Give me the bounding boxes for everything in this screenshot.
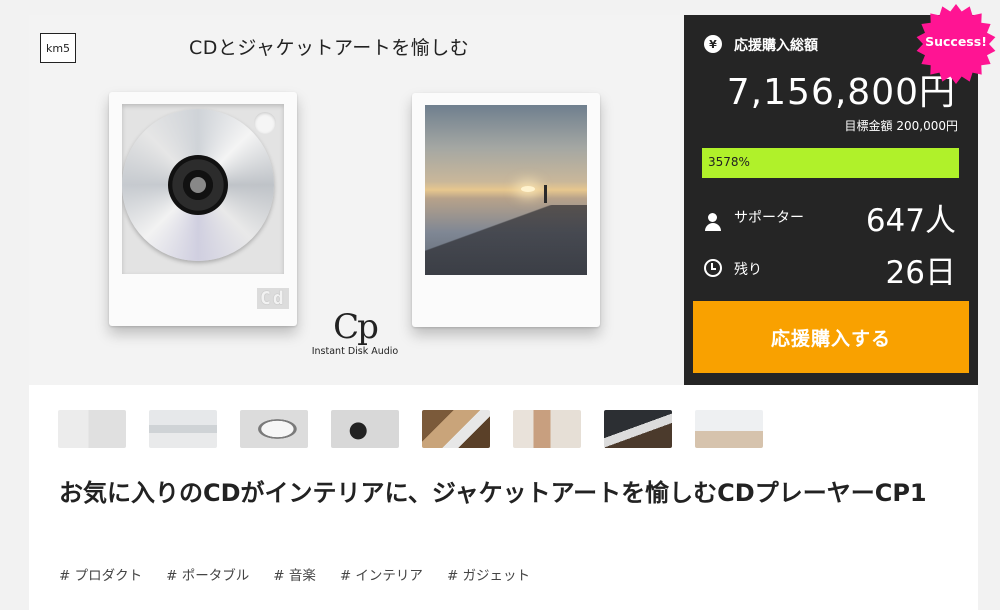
disc-window: [122, 104, 284, 274]
thumbnail-8[interactable]: [695, 410, 763, 448]
tag-link[interactable]: # プロダクト: [59, 564, 142, 584]
disc-hole: [190, 177, 206, 193]
tag-link[interactable]: # 音楽: [273, 564, 316, 584]
support-purchase-button[interactable]: 応援購入する: [693, 301, 969, 373]
latch: [254, 112, 276, 134]
thumbnail-strip: [58, 410, 763, 448]
hero-image: km5 CDとジャケットアートを愉しむ Cd Cp Instant Disk A…: [29, 15, 684, 385]
disc-hub: [168, 155, 228, 215]
target-amount: 目標金額 200,000円: [844, 119, 958, 133]
yen-icon: ¥: [704, 35, 722, 53]
jacket-art-photo: [425, 105, 587, 275]
thumbnail-5[interactable]: [422, 410, 490, 448]
thumbnail-2[interactable]: [149, 410, 217, 448]
product-logo: Cp Instant Disk Audio: [310, 310, 400, 357]
clock-hand-minute: [711, 268, 716, 270]
thumbnail-6[interactable]: [513, 410, 581, 448]
cd-player-device: Cd: [109, 92, 297, 326]
project-content: お気に入りのCDがインテリアに、ジャケットアートを愉しむCDプレーヤーCP1 #…: [29, 385, 978, 610]
tag-link[interactable]: # ポータブル: [166, 564, 249, 584]
remaining-value: 26日: [885, 255, 956, 291]
person-icon: [704, 213, 722, 231]
progress-bar: 3578%: [702, 148, 959, 178]
cd-disc: [122, 109, 274, 261]
thumbnail-3[interactable]: [240, 410, 308, 448]
tag-list: # プロダクト # ポータブル # 音楽 # インテリア # ガジェット: [59, 564, 530, 584]
success-badge-label: Success!: [925, 34, 987, 49]
product-logo-sub: Instant Disk Audio: [311, 346, 399, 357]
tag-link[interactable]: # ガジェット: [447, 564, 530, 584]
hero-caption: CDとジャケットアートを愉しむ: [189, 37, 470, 59]
figure: [544, 185, 547, 203]
supporters-label: サポーター: [734, 210, 804, 226]
progress-text: 3578%: [708, 155, 750, 169]
project-title: お気に入りのCDがインテリアに、ジャケットアートを愉しむCDプレーヤーCP1: [59, 479, 927, 507]
ground: [425, 205, 587, 275]
total-label: 応援購入総額: [734, 38, 818, 54]
success-badge: Success!: [915, 3, 997, 85]
sun: [521, 186, 535, 192]
brand-logo: km5: [40, 33, 76, 63]
lcd-display: Cd: [257, 288, 289, 309]
jacket-frame: [412, 93, 600, 327]
remaining-label: 残り: [734, 262, 762, 278]
thumbnail-1[interactable]: [58, 410, 126, 448]
clock-icon: [704, 259, 722, 277]
person-body: [705, 223, 721, 231]
thumbnail-4[interactable]: [331, 410, 399, 448]
product-logo-mark: Cp: [333, 307, 379, 347]
thumbnail-7[interactable]: [604, 410, 672, 448]
person-head: [708, 213, 717, 222]
supporters-value: 647人: [865, 203, 956, 239]
jacket-window: [425, 105, 587, 275]
tag-link[interactable]: # インテリア: [340, 564, 423, 584]
